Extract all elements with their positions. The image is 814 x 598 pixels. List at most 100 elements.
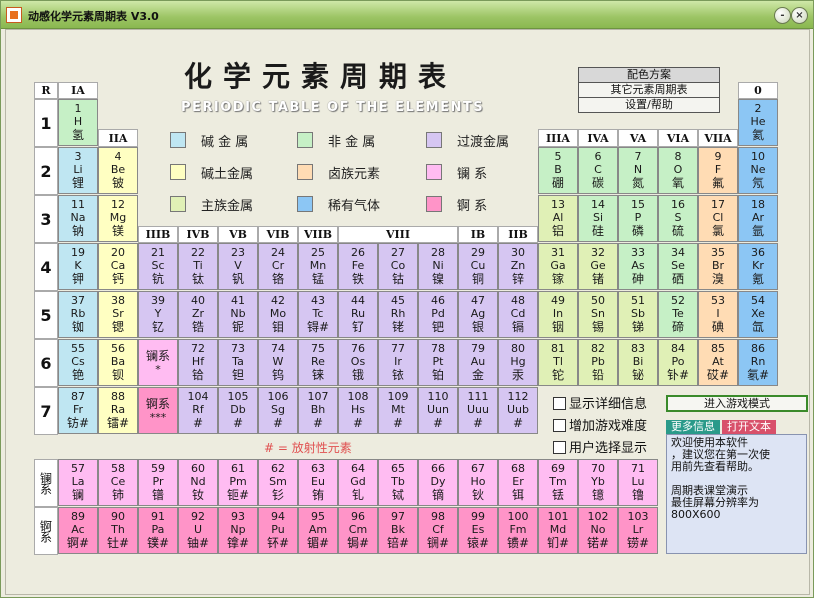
element-cell[interactable]: 41 Nb 铌 [218,291,258,338]
element-cell[interactable]: 85 At 砹# [698,339,738,386]
element-cell[interactable]: 87 Fr 钫# [58,387,98,434]
element-cell[interactable]: 82 Pb 铅 [578,339,618,386]
element-cell[interactable]: 100 Fm 镄# [498,507,538,554]
element-cell[interactable]: 22 Ti 钛 [178,243,218,290]
element-cell[interactable]: 47 Ag 银 [458,291,498,338]
element-cell[interactable]: 14 Si 硅 [578,195,618,242]
element-cell[interactable]: 18 Ar 氩 [738,195,778,242]
element-cell[interactable]: 19 K 钾 [58,243,98,290]
element-cell[interactable]: 56 Ba 钡 [98,339,138,386]
element-cell[interactable]: 64 Gd 钆 [338,459,378,506]
element-cell[interactable]: 58 Ce 铈 [98,459,138,506]
element-cell[interactable]: 65 Tb 铽 [378,459,418,506]
element-cell[interactable]: 103 Lr 铹# [618,507,658,554]
element-cell[interactable]: 5B硼 [538,147,578,194]
settings-help-button[interactable]: 设置/帮助 [578,97,720,113]
element-cell[interactable]: 60 Nd 钕 [178,459,218,506]
element-cell[interactable]: 57 La 镧 [58,459,98,506]
element-cell[interactable]: 31 Ga 镓 [538,243,578,290]
element-cell[interactable]: 20 Ca 钙 [98,243,138,290]
element-cell[interactable]: 30 Zn 锌 [498,243,538,290]
element-cell[interactable]: 26 Fe 铁 [338,243,378,290]
title-bar[interactable]: 动感化学元素周期表 V3.0 - × [1,1,813,29]
element-cell[interactable]: 45 Rh 铑 [378,291,418,338]
element-cell[interactable]: 78 Pt 铂 [418,339,458,386]
element-cell[interactable]: 13 Al 铝 [538,195,578,242]
element-cell[interactable]: 49 In 铟 [538,291,578,338]
element-cell[interactable]: 99 Es 锿# [458,507,498,554]
element-cell[interactable]: 16 S 硫 [658,195,698,242]
element-cell[interactable]: 3 Li 锂 [58,147,98,194]
element-cell[interactable]: 70 Yb 镱 [578,459,618,506]
element-cell[interactable]: 90 Th 钍# [98,507,138,554]
element-cell[interactable]: 81 Tl 铊 [538,339,578,386]
element-cell[interactable]: 79 Au 金 [458,339,498,386]
element-cell[interactable]: 77 Ir 铱 [378,339,418,386]
element-cell[interactable]: 8O氧 [658,147,698,194]
element-cell[interactable]: 43 Tc 锝# [298,291,338,338]
element-cell[interactable]: 73 Ta 钽 [218,339,258,386]
element-cell[interactable]: 74 W 钨 [258,339,298,386]
element-cell[interactable]: 88 Ra 镭# [98,387,138,434]
open-text-button[interactable]: 打开文本 [722,420,776,434]
element-cell[interactable]: 108 Hs # [338,387,378,434]
element-cell[interactable]: 25 Mn 锰 [298,243,338,290]
element-cell[interactable]: 34 Se 硒 [658,243,698,290]
element-cell[interactable]: 15 P 磷 [618,195,658,242]
element-cell[interactable]: 50 Sn 锡 [578,291,618,338]
element-cell[interactable]: 97 Bk 锫# [378,507,418,554]
lanthanide-placeholder[interactable]: 镧系 * [138,339,178,386]
actinide-placeholder[interactable]: 锕系 *** [138,387,178,434]
user-select-checkbox[interactable]: 用户选择显示 [553,437,647,456]
element-cell[interactable]: 6C碳 [578,147,618,194]
close-button[interactable]: × [791,7,808,24]
element-cell[interactable]: 9F氟 [698,147,738,194]
element-cell[interactable]: 102 No 锘# [578,507,618,554]
element-cell[interactable]: 75 Re 铼 [298,339,338,386]
element-cell[interactable]: 106 Sg # [258,387,298,434]
element-cell[interactable]: 48 Cd 镉 [498,291,538,338]
element-cell[interactable]: 38 Sr 锶 [98,291,138,338]
element-cell[interactable]: 104 Rf # [178,387,218,434]
element-cell[interactable]: 83 Bi 铋 [618,339,658,386]
element-cell[interactable]: 63 Eu 铕 [298,459,338,506]
element-cell[interactable]: 72 Hf 铪 [178,339,218,386]
element-cell[interactable]: 52 Te 碲 [658,291,698,338]
element-cell[interactable]: 69 Tm 铥 [538,459,578,506]
element-cell[interactable]: 12 Mg 镁 [98,195,138,242]
element-cell[interactable]: 46 Pd 钯 [418,291,458,338]
element-cell[interactable]: 76 Os 锇 [338,339,378,386]
element-cell[interactable]: 36 Kr 氪 [738,243,778,290]
element-cell[interactable]: 67 Ho 钬 [458,459,498,506]
game-mode-button[interactable]: 进入游戏模式 [666,395,808,412]
element-cell[interactable]: 28 Ni 镍 [418,243,458,290]
element-cell[interactable]: 35 Br 溴 [698,243,738,290]
element-cell[interactable]: 33 As 砷 [618,243,658,290]
element-cell[interactable]: 7N氮 [618,147,658,194]
element-cell[interactable]: 32 Ge 锗 [578,243,618,290]
element-cell[interactable]: 94 Pu 钚# [258,507,298,554]
element-cell[interactable]: 112 Uub # [498,387,538,434]
checkbox-box[interactable] [553,419,566,432]
element-cell[interactable]: 37 Rb 铷 [58,291,98,338]
element-cell[interactable]: 111 Uuu # [458,387,498,434]
element-cell[interactable]: 68 Er 铒 [498,459,538,506]
element-cell[interactable]: 17 Cl 氯 [698,195,738,242]
element-cell[interactable]: 39 Y 钇 [138,291,178,338]
element-cell[interactable]: 107 Bh # [298,387,338,434]
element-cell[interactable]: 95 Am 镅# [298,507,338,554]
element-cell[interactable]: 86 Rn 氡# [738,339,778,386]
element-cell[interactable]: 27 Co 钴 [378,243,418,290]
increase-difficulty-checkbox[interactable]: 增加游戏难度 [553,415,647,434]
info-textbox[interactable]: 欢迎使用本软件 ，建议您在第一次使 用前先查看帮助。 周期表课堂演示 最佳屏幕分辨率为… [666,434,807,554]
checkbox-box[interactable] [553,397,566,410]
element-cell[interactable]: 109 Mt # [378,387,418,434]
element-cell[interactable]: 23 V 钒 [218,243,258,290]
more-info-button[interactable]: 更多信息 [666,420,720,434]
element-cell[interactable]: 101 Md 钔# [538,507,578,554]
element-cell[interactable]: 66 Dy 镝 [418,459,458,506]
element-cell[interactable]: 59 Pr 镨 [138,459,178,506]
element-cell[interactable]: 11 Na 钠 [58,195,98,242]
element-cell[interactable]: 21 Sc 钪 [138,243,178,290]
element-cell[interactable]: 29 Cu 铜 [458,243,498,290]
